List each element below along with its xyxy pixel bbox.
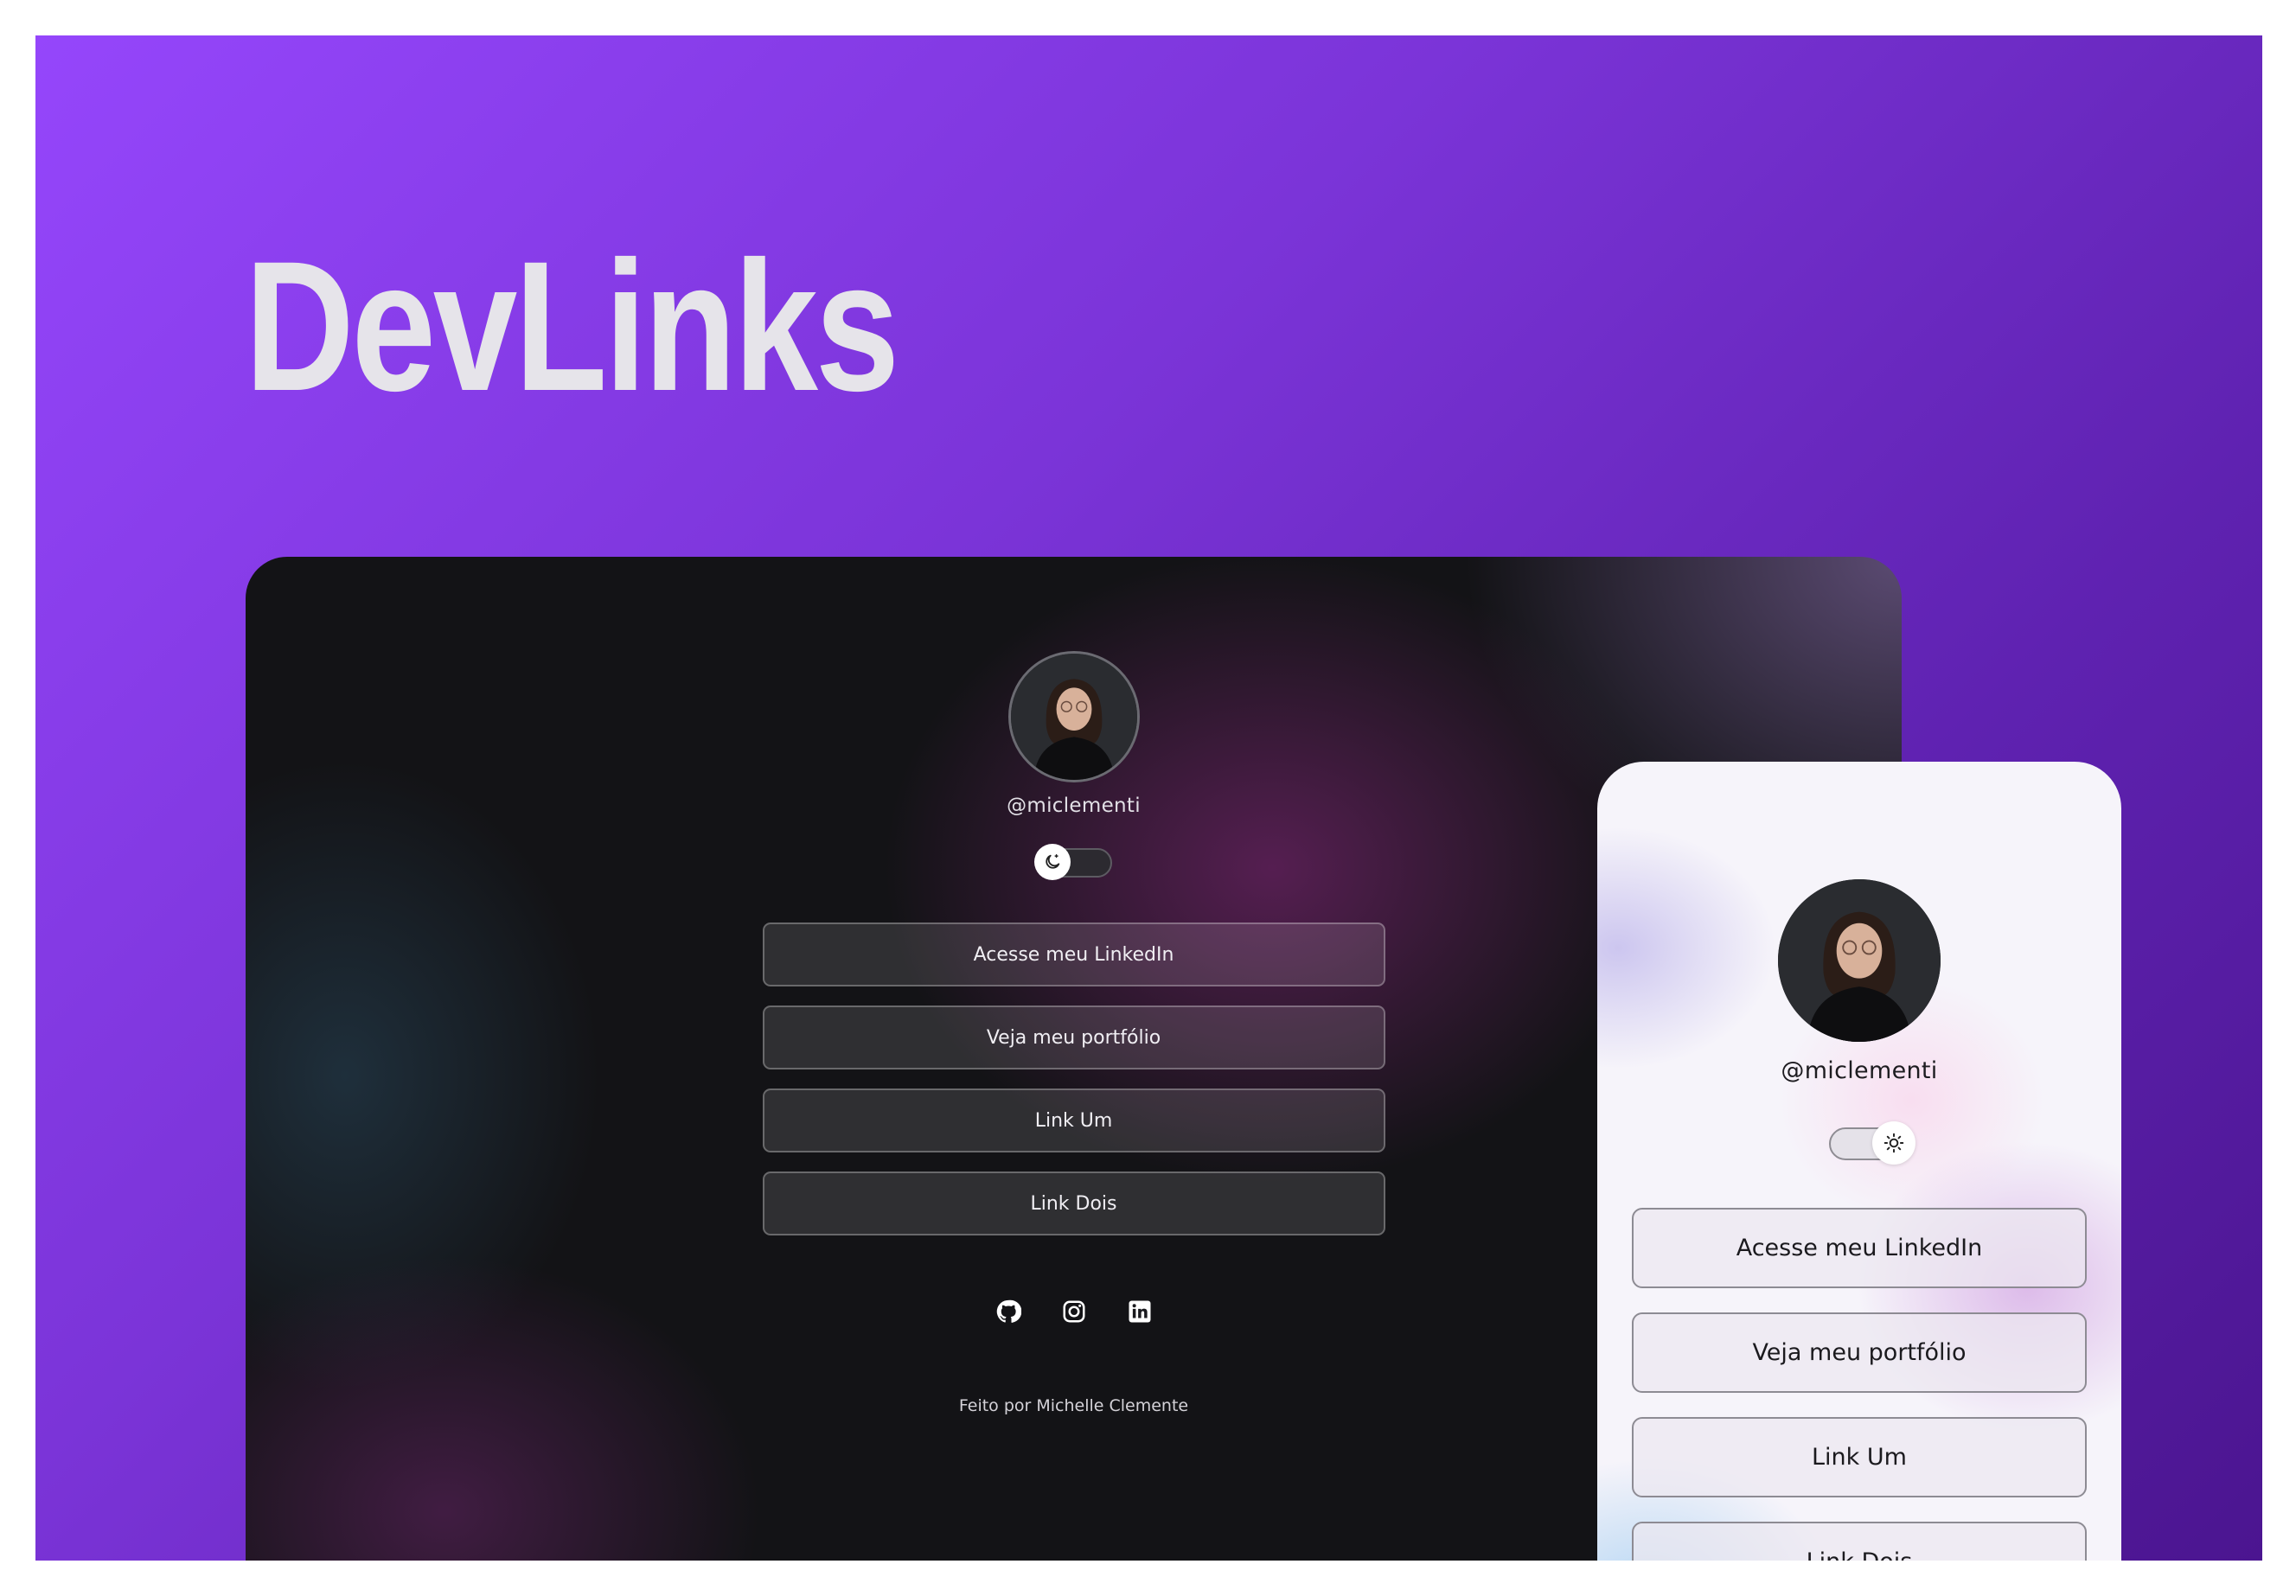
link-button-link-um[interactable]: Link Um [762, 1088, 1385, 1152]
page-title: DevLinks [245, 223, 899, 430]
moon-icon [1033, 844, 1071, 880]
social-links [993, 1296, 1155, 1327]
sun-icon [1872, 1121, 1915, 1165]
avatar [1007, 651, 1140, 782]
theme-toggle[interactable] [1033, 844, 1112, 880]
link-button-link-um[interactable]: Link Um [1632, 1417, 2087, 1497]
link-button-link-dois[interactable]: Link Dois [762, 1171, 1385, 1235]
avatar [1778, 879, 1941, 1042]
theme-toggle[interactable] [1829, 1121, 1915, 1165]
footer-credit: Feito por Michelle Clemente [958, 1396, 1189, 1415]
link-list: Acesse meu LinkedIn Veja meu portfólio L… [1632, 1208, 2087, 1561]
profile-handle: @miclementi [1781, 1057, 1938, 1084]
profile-handle: @miclementi [1007, 795, 1141, 817]
link-list: Acesse meu LinkedIn Veja meu portfólio L… [762, 922, 1385, 1235]
link-button-portfolio[interactable]: Veja meu portfólio [762, 1005, 1385, 1069]
instagram-icon[interactable] [1058, 1296, 1090, 1327]
hero-background: DevLinks @miclementi Acesse meu LinkedIn… [35, 35, 2262, 1561]
mobile-preview-light: @miclementi Acesse meu LinkedIn Veja meu… [1597, 762, 2121, 1561]
profile-photo-icon [1778, 879, 1941, 1042]
link-button-portfolio[interactable]: Veja meu portfólio [1632, 1312, 2087, 1393]
profile-photo-icon [1010, 654, 1137, 780]
linkedin-icon[interactable] [1124, 1296, 1155, 1327]
github-icon[interactable] [993, 1296, 1024, 1327]
link-button-link-dois[interactable]: Link Dois [1632, 1522, 2087, 1561]
link-button-linkedin[interactable]: Acesse meu LinkedIn [1632, 1208, 2087, 1288]
link-button-linkedin[interactable]: Acesse meu LinkedIn [762, 922, 1385, 986]
